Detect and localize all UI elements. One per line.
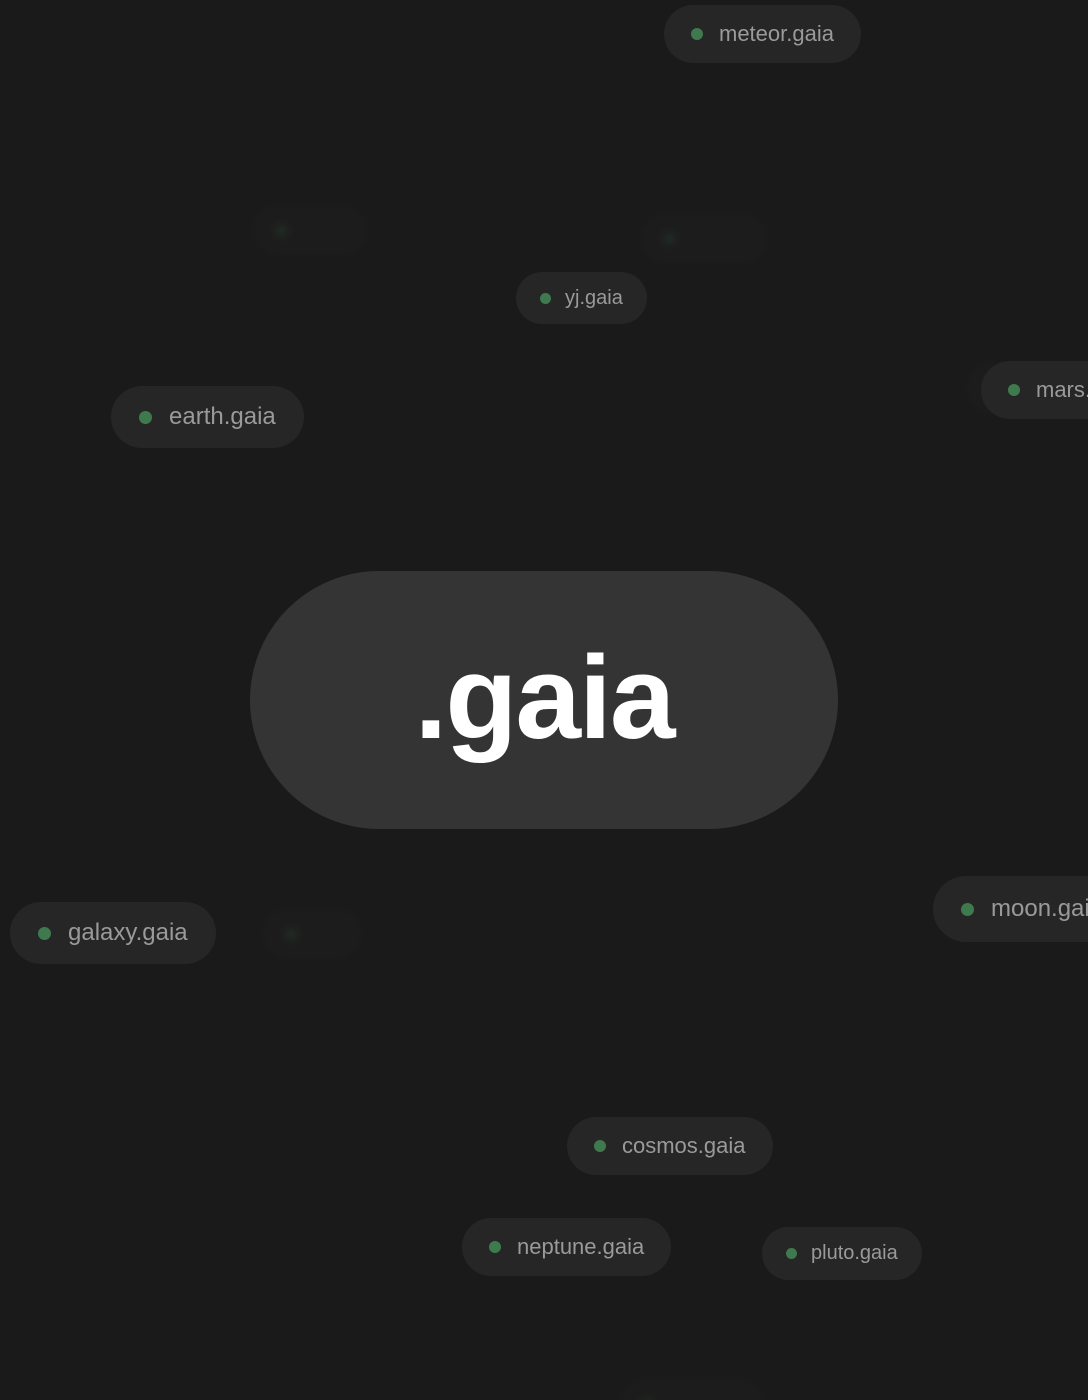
domain-label: moon.gaia [991,895,1088,922]
status-dot-icon [276,224,287,236]
domain-pill-moon[interactable]: moon.gaia [933,876,1088,942]
status-dot-icon [139,410,152,424]
domain-label: cosmos.gaia [622,1133,746,1158]
domain-pill-neptune[interactable]: neptune.gaia [462,1218,672,1276]
domain-cloud: meteor.gaia yj.gaia earth.gaia mars.gaia… [0,0,1088,1400]
status-dot-icon [286,928,297,940]
domain-label: mars.gaia [1036,377,1088,402]
status-dot-icon [1008,384,1020,396]
status-dot-icon [664,232,675,244]
domain-pill-meteor[interactable]: meteor.gaia [664,5,861,63]
domain-label: yj.gaia [565,286,623,309]
status-dot-icon [961,902,974,916]
domain-label: meteor.gaia [719,21,834,46]
domain-pill-blurred [262,908,362,960]
domain-pill-yj[interactable]: yj.gaia [516,272,647,324]
status-dot-icon [786,1248,797,1259]
status-dot-icon [540,292,551,304]
domain-pill-galaxy[interactable]: galaxy.gaia [10,902,216,964]
hero-title: .gaia [414,632,676,764]
hero-domain-pill: .gaia [250,571,838,829]
domain-pill-blurred [618,1378,766,1400]
status-dot-icon [38,926,51,940]
domain-pill-mars[interactable]: mars.gaia [981,361,1088,419]
domain-label: neptune.gaia [517,1234,645,1259]
domain-label: pluto.gaia [811,1242,898,1264]
status-dot-icon [691,28,703,40]
domain-label: earth.gaia [169,403,276,430]
domain-pill-blurred [640,212,768,264]
domain-pill-earth[interactable]: earth.gaia [111,386,304,448]
domain-pill-blurred [252,204,368,256]
status-dot-icon [594,1140,606,1152]
status-dot-icon [489,1241,501,1253]
domain-pill-pluto[interactable]: pluto.gaia [762,1227,922,1280]
domain-label: galaxy.gaia [68,919,188,946]
domain-pill-cosmos[interactable]: cosmos.gaia [567,1117,773,1175]
